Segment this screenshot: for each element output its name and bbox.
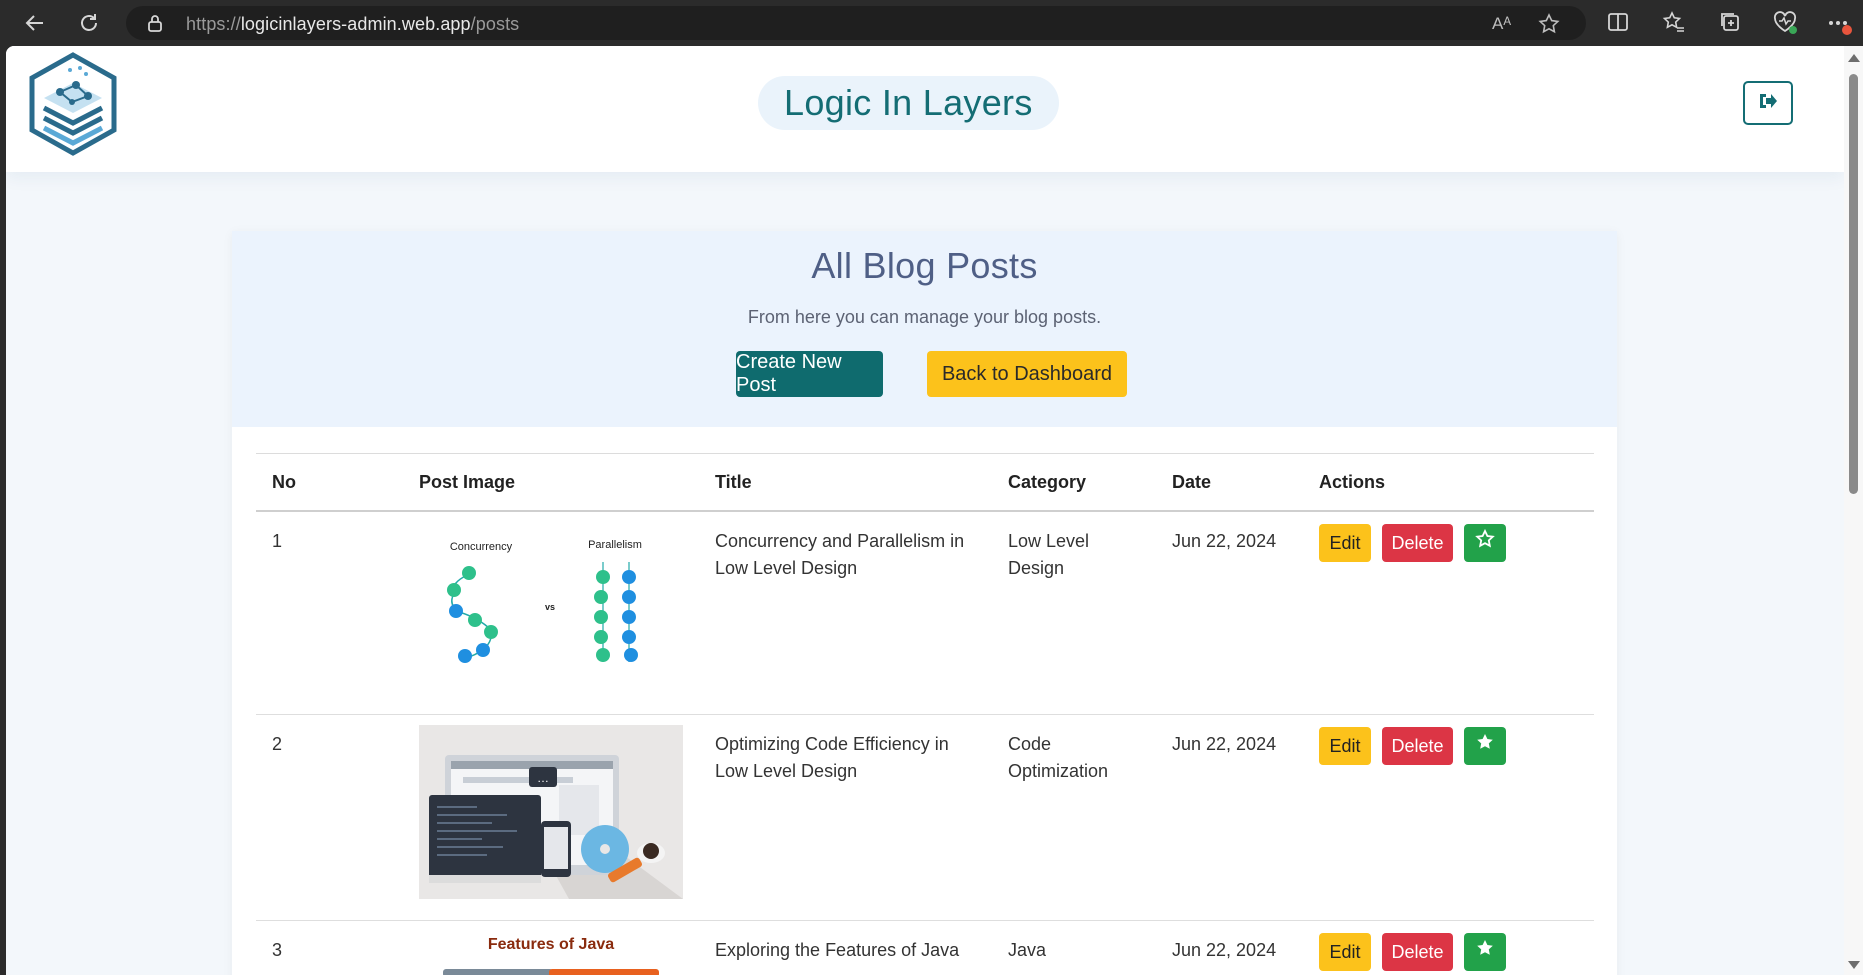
column-header-no: No bbox=[256, 453, 403, 512]
post-image-cell: … bbox=[403, 714, 699, 921]
create-new-post-button[interactable]: Create New Post bbox=[736, 351, 883, 397]
svg-text:…: … bbox=[537, 771, 549, 785]
row-actions: Edit Delete bbox=[1319, 524, 1578, 562]
star-filled-icon bbox=[1475, 732, 1495, 760]
feature-toggle-button[interactable] bbox=[1464, 524, 1506, 562]
post-image-features-of-java[interactable]: Features of Java bbox=[419, 931, 683, 975]
page-viewport: Logic In Layers All Blog Posts From here… bbox=[6, 46, 1844, 975]
delete-button[interactable]: Delete bbox=[1382, 524, 1453, 562]
table-row: 3 Features of Java Exploring the Feature… bbox=[256, 920, 1594, 975]
column-header-post-image: Post Image bbox=[403, 453, 699, 512]
post-date: Jun 22, 2024 bbox=[1156, 511, 1303, 715]
post-title: Optimizing Code Efficiency in Low Level … bbox=[699, 714, 992, 921]
post-category: Low Level Design bbox=[992, 511, 1156, 715]
logout-icon bbox=[1758, 92, 1778, 115]
edit-button[interactable]: Edit bbox=[1319, 524, 1371, 562]
reload-icon[interactable] bbox=[76, 10, 102, 36]
image-label-concurrency: Concurrency bbox=[450, 541, 513, 553]
feature-toggle-button[interactable] bbox=[1464, 727, 1506, 765]
table-row: 1 Concurrency Parallelism vs Concurrency… bbox=[256, 511, 1594, 715]
scrollbar-thumb[interactable] bbox=[1849, 74, 1858, 494]
image-label-parallelism: Parallelism bbox=[588, 539, 642, 551]
actions-cell: Edit Delete bbox=[1303, 714, 1594, 921]
delete-button[interactable]: Delete bbox=[1382, 727, 1453, 765]
delete-button[interactable]: Delete bbox=[1382, 933, 1453, 971]
edit-button[interactable]: Edit bbox=[1319, 727, 1371, 765]
lock-icon[interactable] bbox=[146, 14, 164, 32]
table-header-row: No Post Image Title Category Date Action… bbox=[256, 453, 1594, 512]
split-screen-icon[interactable] bbox=[1606, 10, 1632, 36]
page-title: All Blog Posts bbox=[811, 245, 1038, 286]
read-aloud-icon[interactable]: Aᴬ bbox=[1492, 13, 1514, 35]
post-image-cell: Concurrency Parallelism vs bbox=[403, 511, 699, 715]
post-date: Jun 22, 2024 bbox=[1156, 714, 1303, 921]
post-image-cell: Features of Java bbox=[403, 920, 699, 975]
posts-table: No Post Image Title Category Date Action… bbox=[256, 453, 1594, 975]
scroll-up-arrow-icon[interactable] bbox=[1848, 54, 1860, 62]
star-outline-icon bbox=[1475, 528, 1495, 557]
scroll-down-arrow-icon[interactable] bbox=[1848, 961, 1860, 969]
row-actions: Edit Delete bbox=[1319, 727, 1578, 765]
site-header: Logic In Layers bbox=[6, 46, 1844, 172]
star-filled-icon bbox=[1475, 938, 1495, 966]
edit-button[interactable]: Edit bbox=[1319, 933, 1371, 971]
post-title: Exploring the Features of Java bbox=[699, 920, 992, 975]
post-category: Java bbox=[992, 920, 1156, 975]
row-number: 2 bbox=[256, 714, 403, 921]
table-row: 2 … Optimizing Code Efficiency in Low Le… bbox=[256, 714, 1594, 921]
logout-button[interactable] bbox=[1743, 81, 1793, 125]
image-label-vs: vs bbox=[545, 602, 555, 612]
row-actions: Edit Delete bbox=[1319, 933, 1578, 971]
post-image-devices-illustration[interactable]: … bbox=[419, 725, 683, 899]
column-header-category: Category bbox=[992, 453, 1156, 512]
post-category: Code Optimization bbox=[992, 714, 1156, 921]
page-scrollbar[interactable] bbox=[1844, 46, 1863, 975]
back-arrow-icon[interactable] bbox=[22, 10, 48, 36]
browser-toolbar: https://logicinlayers-admin.web.app/post… bbox=[0, 0, 1863, 46]
page-subtitle: From here you can manage your blog posts… bbox=[747, 307, 1102, 327]
layers-logo-icon[interactable] bbox=[26, 52, 120, 156]
row-number: 1 bbox=[256, 511, 403, 715]
collections-icon[interactable] bbox=[1718, 10, 1744, 36]
feature-toggle-button[interactable] bbox=[1464, 933, 1506, 971]
column-header-actions: Actions bbox=[1303, 453, 1594, 512]
column-header-title: Title bbox=[699, 453, 992, 512]
posts-card: All Blog Posts From here you can manage … bbox=[232, 231, 1617, 975]
actions-cell: Edit Delete bbox=[1303, 920, 1594, 975]
row-number: 3 bbox=[256, 920, 403, 975]
posts-card-header: All Blog Posts From here you can manage … bbox=[232, 231, 1617, 427]
browser-essentials-icon[interactable] bbox=[1772, 10, 1798, 36]
more-menu-icon[interactable] bbox=[1826, 10, 1852, 36]
post-title: Concurrency and Parallelism in Low Level… bbox=[699, 511, 992, 715]
actions-cell: Edit Delete bbox=[1303, 511, 1594, 715]
post-image-concurrency-vs-parallelism[interactable]: Concurrency Parallelism vs bbox=[419, 522, 683, 696]
back-to-dashboard-button[interactable]: Back to Dashboard bbox=[927, 351, 1127, 397]
address-bar[interactable]: https://logicinlayers-admin.web.app/post… bbox=[126, 6, 1586, 40]
brand-title[interactable]: Logic In Layers bbox=[758, 76, 1059, 130]
favorite-star-icon[interactable] bbox=[1538, 13, 1560, 35]
favorites-icon[interactable] bbox=[1662, 10, 1688, 36]
url-text[interactable]: https://logicinlayers-admin.web.app/post… bbox=[186, 14, 519, 35]
post-date: Jun 22, 2024 bbox=[1156, 920, 1303, 975]
column-header-date: Date bbox=[1156, 453, 1303, 512]
image-label-features-of-java: Features of Java bbox=[488, 936, 614, 953]
